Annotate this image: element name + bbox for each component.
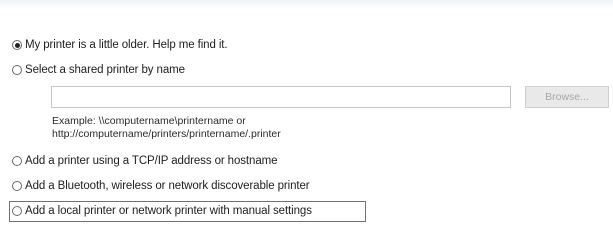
option-bluetooth-printer[interactable]: Add a Bluetooth, wireless or network dis… (12, 178, 310, 194)
example-text: Example: \\computername\printername or h… (52, 115, 281, 141)
example-line-2: http://computername/printers/printername… (52, 128, 281, 140)
option-tcp-ip-printer[interactable]: Add a printer using a TCP/IP address or … (12, 153, 277, 169)
option-local-printer-label: Add a local printer or network printer w… (25, 205, 312, 217)
example-line-1: Example: \\computername\printername or (52, 115, 246, 127)
option-tcp-ip-printer-label: Add a printer using a TCP/IP address or … (25, 155, 278, 167)
radio-bluetooth-printer[interactable] (12, 181, 22, 191)
radio-shared-printer[interactable] (12, 65, 22, 75)
option-shared-printer-label: Select a shared printer by name (25, 64, 185, 76)
option-local-printer[interactable]: Add a local printer or network printer w… (12, 203, 312, 219)
browse-button[interactable]: Browse... (525, 86, 609, 108)
window-top-edge (0, 0, 613, 8)
radio-selected-dot (14, 42, 20, 48)
radio-local-printer[interactable] (12, 206, 22, 216)
radio-tcp-ip-printer[interactable] (12, 156, 22, 166)
option-shared-printer[interactable]: Select a shared printer by name (12, 62, 185, 78)
shared-printer-name-input[interactable] (51, 86, 511, 108)
radio-older-printer[interactable] (12, 40, 22, 50)
option-older-printer[interactable]: My printer is a little older. Help me fi… (12, 37, 228, 53)
add-printer-page: My printer is a little older. Help me fi… (0, 0, 613, 248)
option-older-printer-label: My printer is a little older. Help me fi… (25, 39, 228, 51)
option-bluetooth-printer-label: Add a Bluetooth, wireless or network dis… (25, 180, 310, 192)
